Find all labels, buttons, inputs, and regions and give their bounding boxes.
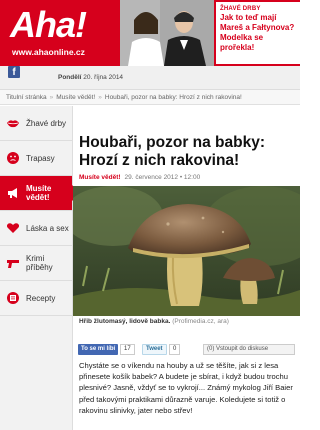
face-icon xyxy=(6,151,20,165)
gun-icon xyxy=(6,256,20,270)
breadcrumb-home[interactable]: Titulní stránka xyxy=(6,94,47,101)
facebook-like-count: 17 xyxy=(120,344,135,355)
megaphone-icon xyxy=(6,186,20,200)
sidebar-item-label: Žhavé drby xyxy=(26,118,67,128)
share-row: To se mi líbí 17 Tweet 0 (0) Vstoupit do… xyxy=(78,344,295,356)
lips-icon xyxy=(6,116,20,130)
sidebar: Žhavé drby Trapasy Musíte vědět! Láska a… xyxy=(0,106,80,430)
caption-text: Hřib žlutomasý, lidově babka. xyxy=(79,318,171,325)
sidebar-item-laska-a-sex[interactable]: Láska a sex xyxy=(0,211,72,246)
article-title: Houbaři, pozor na babky: Hrozí z nich ra… xyxy=(79,134,266,169)
sidebar-item-krimi-pribehy[interactable]: Krimi příběhy xyxy=(0,246,72,281)
sidebar-item-label: Láska a sex xyxy=(26,223,69,233)
article-section[interactable]: Musíte vědět! xyxy=(79,174,121,181)
article-meta: Musíte vědět! 29. července 2012 • 12:00 xyxy=(79,174,200,181)
current-date: Pondělí 20. října 2014 xyxy=(58,74,123,81)
sidebar-item-label: Krimi příběhy xyxy=(26,254,53,272)
sidebar-item-zhave-drby[interactable]: Žhavé drby xyxy=(0,106,72,141)
heart-icon xyxy=(6,221,20,235)
sidebar-item-label: Musíte vědět! xyxy=(26,184,52,202)
facebook-icon[interactable]: f xyxy=(8,66,20,78)
breadcrumb: Titulní stránka» Musíte vědět!» Houbaři, p… xyxy=(0,90,300,105)
logo-area[interactable]: Aha! www.ahaonline.cz xyxy=(0,0,118,66)
tweet-button[interactable]: Tweet xyxy=(142,344,167,355)
article-date: 29. července 2012 • 12:00 xyxy=(124,174,201,181)
site-logo[interactable]: Aha! xyxy=(10,4,87,46)
breadcrumb-separator: » xyxy=(98,94,102,101)
promo-category: ŽHAVÉ DRBY xyxy=(220,6,261,12)
caption-source: (Profimedia.cz, ara) xyxy=(172,318,229,325)
sidebar-item-musite-vedet[interactable]: Musíte vědět! xyxy=(0,176,80,211)
social-bar xyxy=(0,66,300,90)
sidebar-item-recepty[interactable]: Recepty xyxy=(0,281,72,316)
promo-teaser[interactable]: ŽHAVÉ DRBY Jak to teď mají Mareš a Fałty… xyxy=(216,2,300,64)
breadcrumb-separator: » xyxy=(49,94,54,101)
date-day: Pondělí xyxy=(58,74,82,81)
discussion-button[interactable]: (0) Vstoupit do diskuse xyxy=(203,344,295,355)
sidebar-item-label: Recepty xyxy=(26,293,56,303)
sidebar-item-label: Trapasy xyxy=(26,153,55,163)
tweet-count: 0 xyxy=(169,344,181,355)
site-header: Aha! www.ahaonline.cz ŽHAVÉ DRBY Jak to … xyxy=(0,0,300,66)
recipe-icon xyxy=(6,291,20,305)
photo-caption: Hřib žlutomasý, lidově babka. (Profimedi… xyxy=(79,318,229,325)
site-url[interactable]: www.ahaonline.cz xyxy=(12,47,85,57)
breadcrumb-current: Houbaři, pozor na babky: Hrozí z nich ra… xyxy=(104,94,242,101)
article-photo[interactable] xyxy=(63,186,320,316)
facebook-like-button[interactable]: To se mi líbí xyxy=(78,344,119,355)
article-lead: Chystáte se o víkendu na houby a už se t… xyxy=(79,361,293,415)
promo-photo[interactable] xyxy=(120,0,214,66)
promo-headline[interactable]: Jak to teď mají Mareš a Fałtynova? Model… xyxy=(220,13,296,53)
breadcrumb-section[interactable]: Musíte vědět! xyxy=(56,94,95,101)
date-value: 20. října 2014 xyxy=(83,74,124,81)
sidebar-item-trapasy[interactable]: Trapasy xyxy=(0,141,72,176)
